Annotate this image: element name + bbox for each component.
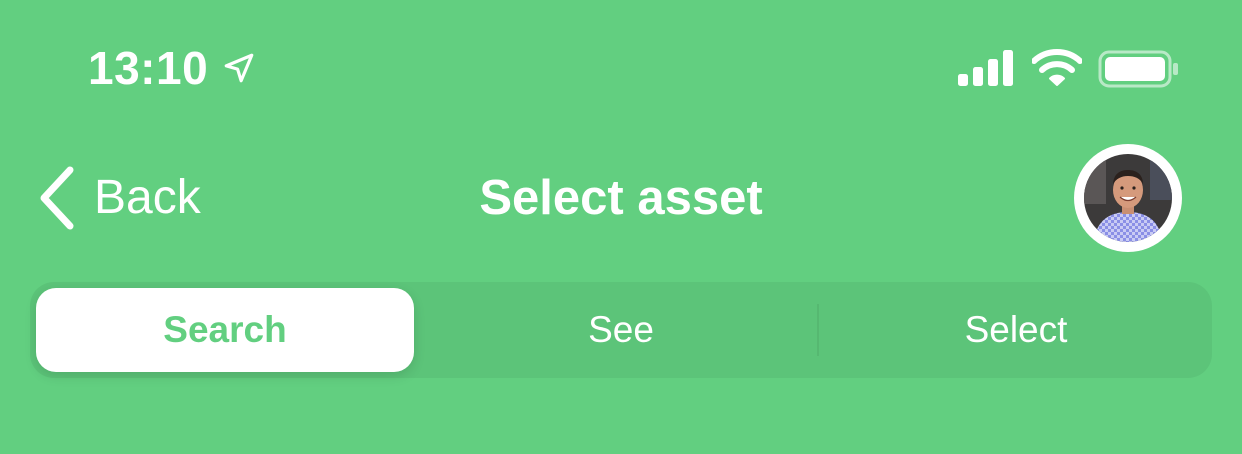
segment-search[interactable]: Search	[36, 288, 414, 372]
user-avatar-icon	[1084, 154, 1172, 242]
chevron-left-icon	[40, 166, 74, 230]
segmented-control: Search See Select	[30, 282, 1212, 378]
status-time: 13:10	[88, 42, 209, 94]
segment-divider	[817, 304, 819, 356]
avatar[interactable]	[1074, 144, 1182, 252]
cellular-signal-icon	[958, 50, 1013, 86]
status-bar: 13:10	[0, 0, 1242, 132]
navigation-bar: Back Select asset	[0, 132, 1242, 268]
back-button[interactable]: Back	[34, 162, 201, 234]
back-label: Back	[94, 171, 201, 224]
battery-icon	[1098, 50, 1178, 88]
segment-select[interactable]: Select	[820, 282, 1212, 378]
wifi-icon	[1032, 49, 1082, 86]
location-arrow-icon	[224, 53, 254, 83]
segment-see[interactable]: See	[424, 282, 818, 378]
